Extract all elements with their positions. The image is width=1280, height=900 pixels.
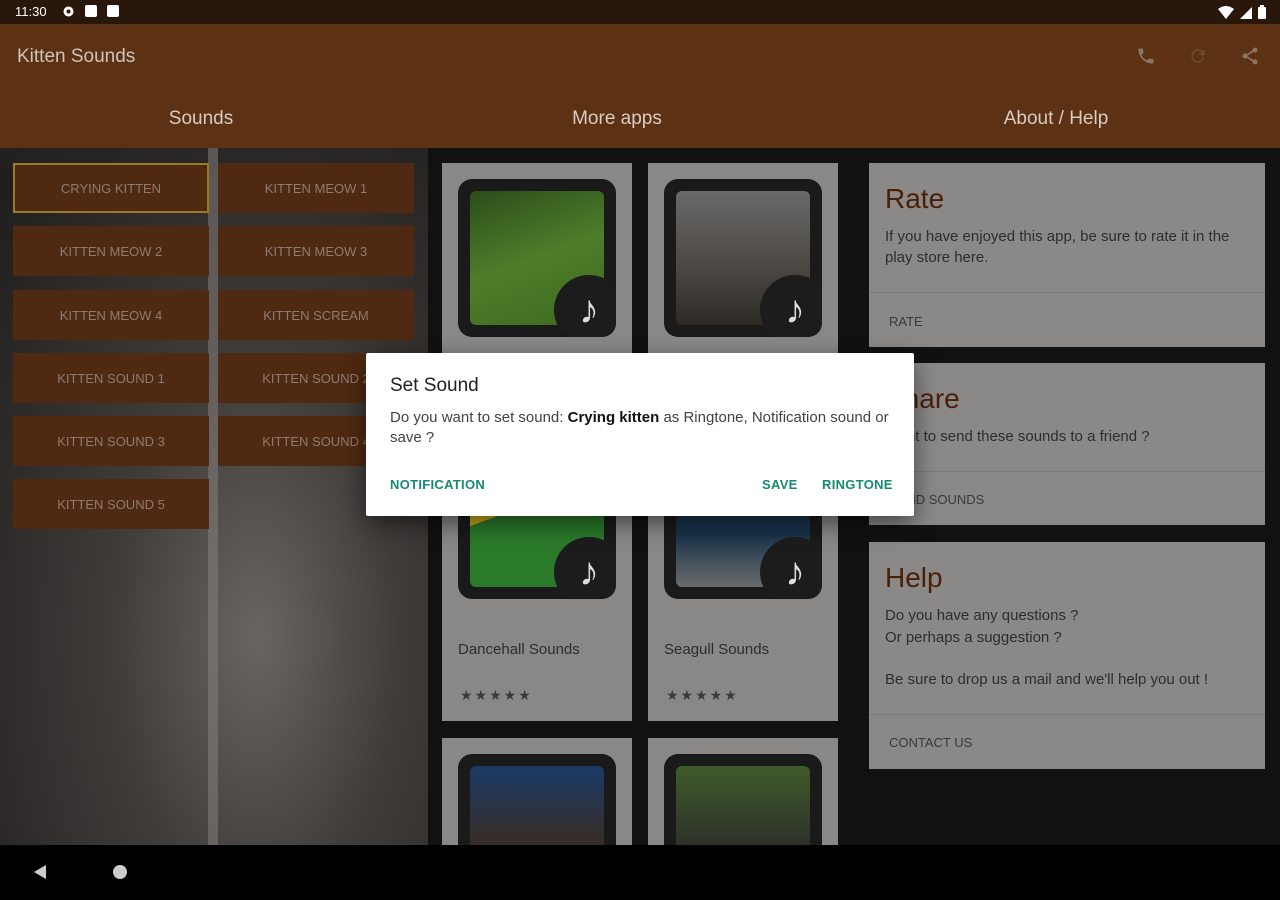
dialog-title: Set Sound: [390, 375, 479, 396]
help-text-2: Or perhaps a suggestion ?: [885, 629, 1062, 646]
app-thumbnail: [664, 754, 822, 845]
app-bar: Kitten Sounds Sounds More apps About / H…: [0, 24, 1280, 148]
set-sound-dialog: Set Sound Do you want to set sound: Cryi…: [366, 353, 914, 516]
app-card[interactable]: [442, 738, 632, 845]
divider: [869, 471, 1265, 472]
sound-button-kitten-meow-3[interactable]: KITTEN MEOW 3: [218, 226, 414, 276]
share-text: Want to send these sounds to a friend ?: [885, 428, 1150, 445]
sound-button-kitten-meow-4[interactable]: KITTEN MEOW 4: [13, 290, 209, 340]
tab-bar: Sounds More apps About / Help: [0, 102, 1280, 140]
battery-icon: [1258, 5, 1266, 19]
music-note-icon: ♪: [554, 275, 616, 337]
app-rating: ★★★★★: [460, 687, 533, 703]
status-system-icons: [1218, 5, 1266, 19]
home-icon[interactable]: [112, 864, 128, 880]
sound-button-kitten-meow-2[interactable]: KITTEN MEOW 2: [13, 226, 209, 276]
rate-button[interactable]: RATE: [889, 314, 923, 329]
app-bar-actions: [1134, 44, 1262, 68]
divider: [869, 292, 1265, 293]
status-notification-icons: [62, 5, 119, 18]
sound-button-kitten-scream[interactable]: KITTEN SCREAM: [218, 290, 414, 340]
app-thumbnail: [458, 754, 616, 845]
horse-image: [470, 766, 604, 845]
app-name: Seagull Sounds: [664, 641, 770, 658]
refresh-icon[interactable]: [1186, 44, 1210, 68]
dialog-message: Do you want to set sound: Crying kitten …: [390, 408, 890, 448]
app-card[interactable]: [648, 738, 838, 845]
sounds-panel: CRYING KITTEN KITTEN MEOW 1 KITTEN MEOW …: [0, 148, 428, 845]
rate-text: If you have enjoyed this app, be sure to…: [885, 228, 1230, 266]
rate-card: Rate If you have enjoyed this app, be su…: [869, 163, 1265, 347]
dialog-sound-name: Crying kitten: [567, 409, 660, 426]
ringtone-button[interactable]: RINGTONE: [822, 477, 893, 492]
sound-button-kitten-meow-1[interactable]: KITTEN MEOW 1: [218, 163, 414, 213]
app-card[interactable]: ♪: [442, 163, 632, 353]
app-thumbnail: ♪: [458, 179, 616, 337]
settings-icon: [63, 6, 74, 17]
rate-title: Rate: [885, 183, 945, 214]
dialog-message-prefix: Do you want to set sound:: [390, 409, 568, 426]
notification-icon: [85, 5, 97, 17]
sound-button-kitten-sound-3[interactable]: KITTEN SOUND 3: [13, 416, 209, 466]
help-text-1: Do you have any questions ?: [885, 607, 1079, 624]
app-rating: ★★★★★: [666, 687, 739, 703]
share-card: Share Want to send these sounds to a fri…: [869, 363, 1265, 525]
music-note-icon: ♪: [760, 537, 822, 599]
contact-us-button[interactable]: CONTACT US: [889, 735, 972, 750]
sound-button-kitten-sound-1[interactable]: KITTEN SOUND 1: [13, 353, 209, 403]
save-button[interactable]: SAVE: [762, 477, 798, 492]
tab-sounds[interactable]: Sounds: [169, 108, 233, 130]
app-title: Kitten Sounds: [17, 46, 136, 67]
tab-about-help[interactable]: About / Help: [1004, 108, 1109, 130]
navigation-bar: [0, 845, 1280, 900]
sd-card-icon: [107, 5, 119, 17]
sound-button-crying-kitten[interactable]: CRYING KITTEN: [13, 163, 209, 213]
app-name: Dancehall Sounds: [458, 641, 580, 658]
wifi-icon: [1218, 5, 1234, 19]
status-bar: 11:30: [0, 0, 1280, 24]
sound-button-kitten-sound-5[interactable]: KITTEN SOUND 5: [13, 479, 209, 529]
help-title: Help: [885, 562, 943, 593]
help-text-3: Be sure to drop us a mail and we'll help…: [885, 671, 1209, 688]
signal-icon: [1240, 6, 1252, 19]
music-note-icon: ♪: [554, 537, 616, 599]
status-time: 11:30: [15, 4, 47, 19]
divider: [869, 714, 1265, 715]
tab-more-apps[interactable]: More apps: [572, 108, 662, 130]
share-icon[interactable]: [1238, 44, 1262, 68]
notification-button[interactable]: NOTIFICATION: [390, 477, 485, 492]
app-thumbnail: ♪: [664, 179, 822, 337]
app-card[interactable]: ♪: [648, 163, 838, 353]
music-note-icon: ♪: [760, 275, 822, 337]
help-card: Help Do you have any questions ? Or perh…: [869, 542, 1265, 769]
back-icon[interactable]: [32, 864, 48, 880]
phone-icon[interactable]: [1134, 44, 1158, 68]
buffalo-image: [676, 766, 810, 845]
